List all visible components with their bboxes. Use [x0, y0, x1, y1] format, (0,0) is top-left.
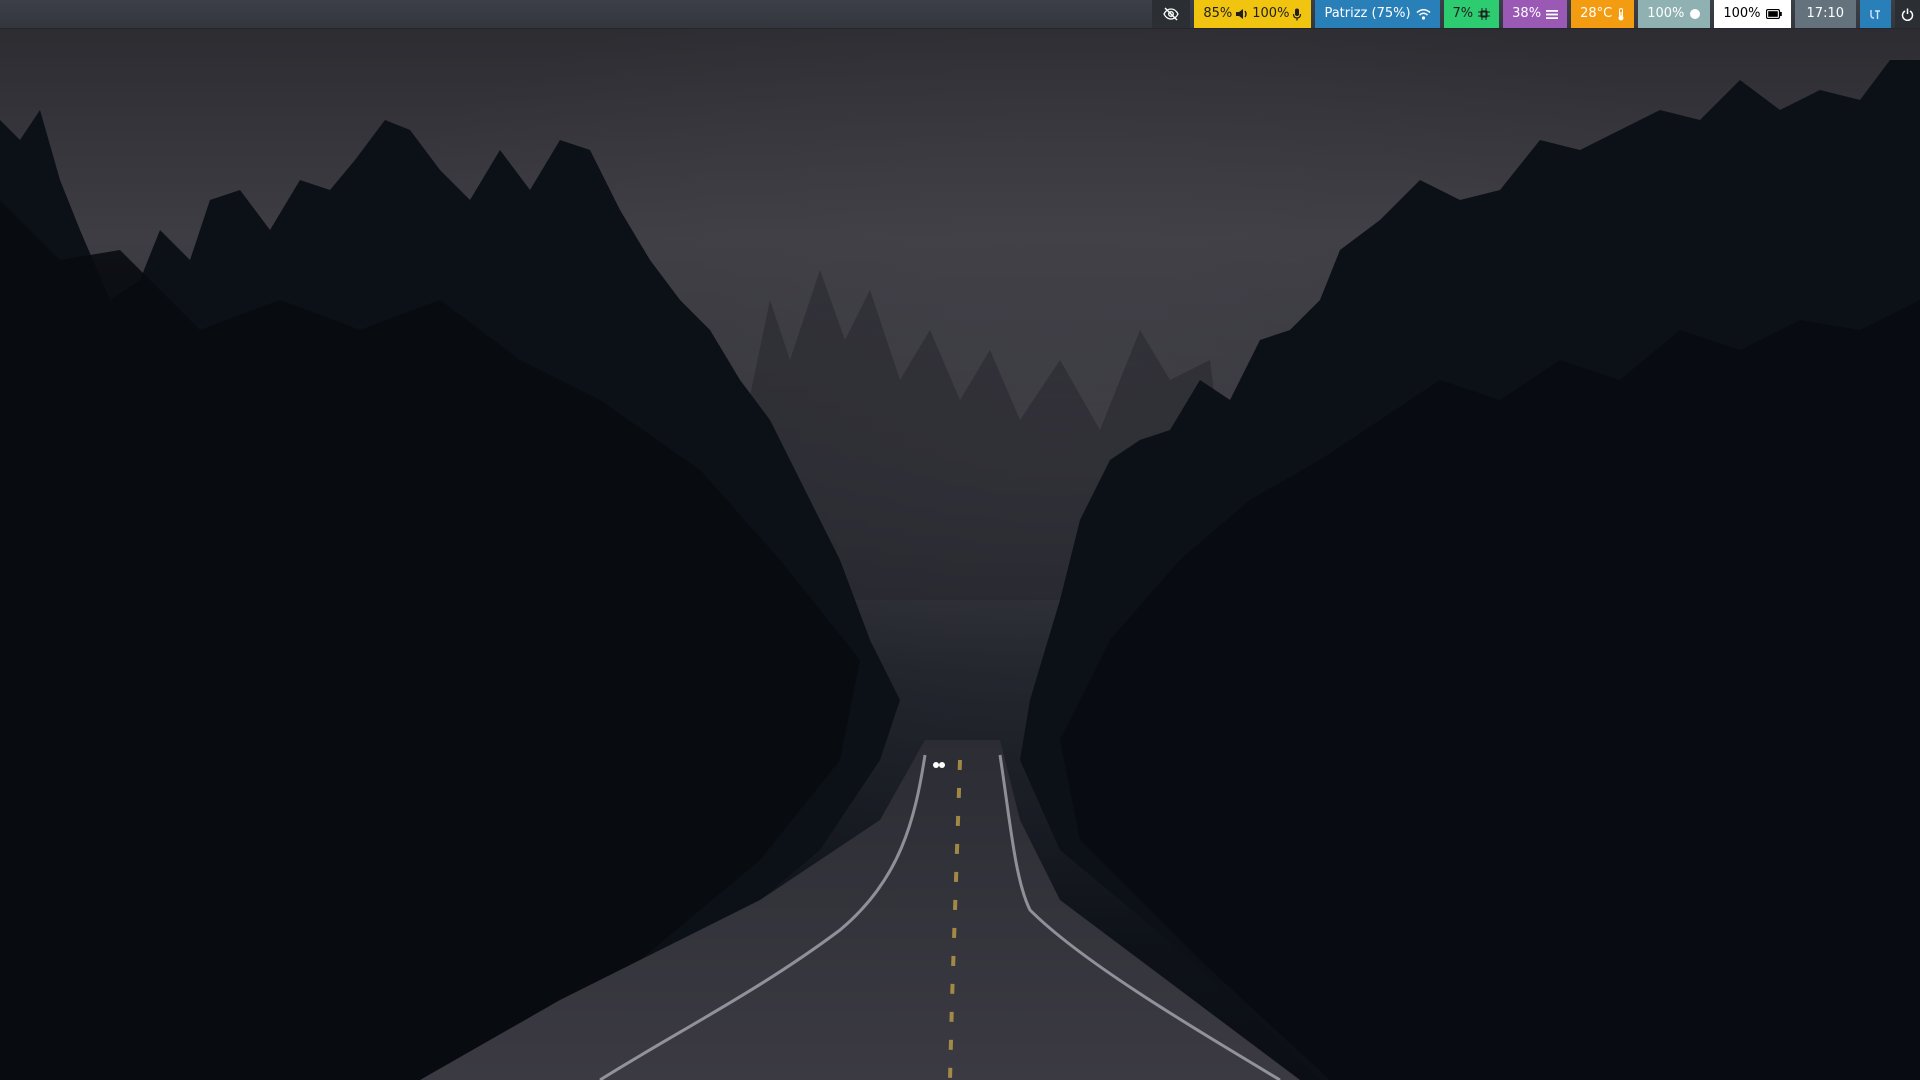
microphone-icon	[1292, 8, 1302, 21]
power-button[interactable]	[1895, 0, 1920, 28]
power-icon	[1901, 8, 1914, 21]
cpu-chip-icon	[1478, 8, 1491, 20]
battery-value: 100%	[1723, 6, 1761, 21]
audio-module[interactable]: 85% 100%	[1194, 0, 1312, 28]
memory-module[interactable]: 38%	[1503, 0, 1568, 28]
wallpaper-foggy-forest-road	[0, 0, 1920, 1080]
volume-value: 85%	[1203, 6, 1233, 21]
clock-time: 17:10	[1806, 6, 1844, 21]
network-module[interactable]: Patrizz (75%)	[1315, 0, 1440, 28]
battery-full-icon	[1765, 9, 1782, 19]
eye-slash-icon	[1163, 7, 1180, 21]
backlight-module[interactable]: 100%	[1638, 0, 1711, 28]
cpu-module[interactable]: 7%	[1443, 0, 1500, 28]
battery-module[interactable]: 100%	[1714, 0, 1791, 28]
cpu-value: 7%	[1452, 6, 1474, 21]
desktop: 85% 100% Patrizz (75%) 7% 38% 28°C 100% …	[0, 0, 1920, 1080]
network-ssid-strength: Patrizz (75%)	[1324, 6, 1411, 21]
idle-inhibitor-button[interactable]	[1152, 0, 1191, 28]
wifi-icon	[1416, 8, 1431, 20]
top-status-bar: 85% 100% Patrizz (75%) 7% 38% 28°C 100% …	[0, 0, 1920, 29]
mic-value: 100%	[1252, 6, 1290, 21]
status-modules: 85% 100% Patrizz (75%) 7% 38% 28°C 100% …	[1152, 0, 1920, 28]
brightness-circle-icon	[1689, 8, 1701, 20]
backlight-value: 100%	[1647, 6, 1685, 21]
speaker-icon	[1235, 8, 1249, 20]
thermometer-icon	[1617, 7, 1625, 21]
memory-value: 38%	[1512, 6, 1542, 21]
temperature-module[interactable]: 28°C	[1571, 0, 1635, 28]
temperature-value: 28°C	[1580, 6, 1613, 21]
memory-bars-icon	[1546, 9, 1559, 20]
tray-app-icon[interactable]	[1869, 8, 1882, 21]
system-tray[interactable]	[1860, 0, 1891, 28]
clock-module[interactable]: 17:10	[1794, 0, 1856, 28]
